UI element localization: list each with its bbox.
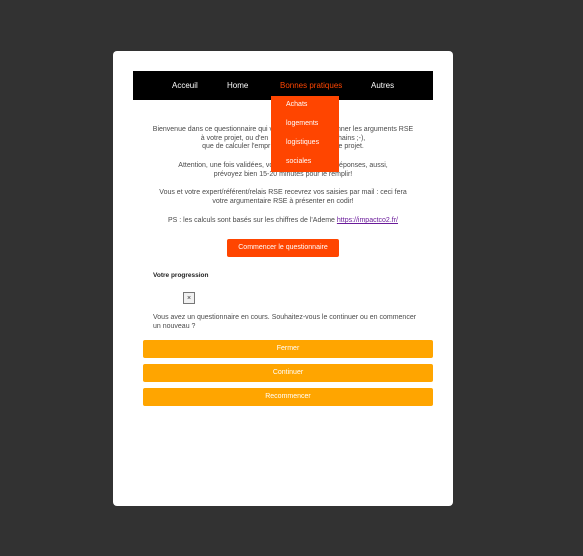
- progress-label: Votre progression: [153, 272, 209, 279]
- continuer-button[interactable]: Continuer: [143, 364, 433, 382]
- intro-line1: Bienvenue dans ce questionnaire qui v: [152, 126, 274, 133]
- bonnes-pratiques-dropdown: Achats logements logistiques sociales: [271, 96, 339, 172]
- expert-paragraph: Vous et votre expert/référent/relais RSE…: [133, 189, 433, 206]
- dropdown-item-logistiques[interactable]: logistiques: [286, 139, 319, 146]
- fermer-button[interactable]: Fermer: [143, 340, 433, 358]
- intro-line2: à votre projet, ou d'en: [200, 134, 269, 142]
- intro-line3: que de calculer l'empr: [202, 143, 271, 150]
- nav-item-acceuil[interactable]: Acceuil: [172, 71, 198, 100]
- recommencer-button[interactable]: Recommencer: [143, 388, 433, 406]
- nav-item-home[interactable]: Home: [227, 71, 248, 100]
- expert-line1: Vous et votre expert/référent/relais RSE…: [159, 189, 407, 196]
- intro-line1b: onner les arguments RSE: [333, 126, 414, 133]
- dropdown-item-achats[interactable]: Achats: [286, 101, 307, 108]
- start-questionnaire-button[interactable]: Commencer le questionnaire: [227, 239, 339, 257]
- close-icon[interactable]: ×: [183, 292, 195, 304]
- resume-question: Vous avez un questionnaire en cours. Sou…: [153, 314, 417, 330]
- impactco2-link[interactable]: https://impactco2.fr/: [337, 217, 398, 224]
- dropdown-item-logements[interactable]: logements: [286, 120, 318, 127]
- ps-paragraph: PS : les calculs sont basés sur les chif…: [133, 217, 433, 226]
- expert-line2: votre argumentaire RSE à présenter en co…: [212, 197, 354, 205]
- questionnaire-card: Acceuil Home Bonnes pratiques Autres Ach…: [113, 51, 453, 506]
- dropdown-item-sociales[interactable]: sociales: [286, 158, 311, 165]
- nav-item-autres[interactable]: Autres: [371, 71, 394, 100]
- ps-text: PS : les calculs sont basés sur les chif…: [168, 217, 337, 224]
